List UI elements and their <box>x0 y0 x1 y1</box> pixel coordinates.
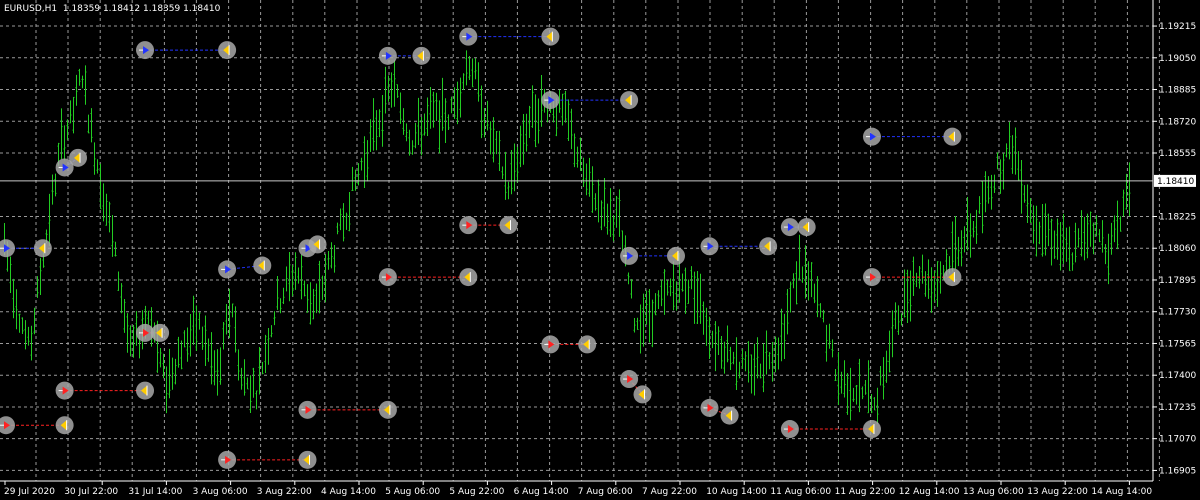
ohlc-values: 1.18359 1.18412 1.18359 1.18410 <box>62 4 221 14</box>
y-tick-label: 1.17895 <box>1159 276 1196 286</box>
x-tick-label: 5 Aug 06:00 <box>385 487 440 497</box>
y-tick-label: 1.16905 <box>1159 466 1196 476</box>
y-tick-label: 1.18555 <box>1159 149 1196 159</box>
x-tick-label: 5 Aug 22:00 <box>449 487 504 497</box>
current-price-label: 1.18410 <box>1157 177 1194 187</box>
y-tick-label: 1.18885 <box>1159 86 1196 96</box>
x-tick-label: 30 Jul 22:00 <box>64 487 118 497</box>
x-tick-label: 11 Aug 22:00 <box>835 487 896 497</box>
y-tick-label: 1.17565 <box>1159 339 1196 349</box>
x-tick-label: 4 Aug 14:00 <box>321 487 376 497</box>
x-tick-label: 31 Jul 14:00 <box>128 487 182 497</box>
chart-header: EURUSD,H1 1.18359 1.18412 1.18359 1.1841… <box>4 4 220 14</box>
chart-background <box>0 0 1200 500</box>
x-tick-label: 13 Aug 22:00 <box>1027 487 1088 497</box>
x-tick-label: 29 Jul 2020 <box>4 487 55 497</box>
x-tick-label: 7 Aug 06:00 <box>578 487 633 497</box>
x-tick-label: 13 Aug 06:00 <box>963 487 1024 497</box>
y-tick-label: 1.19050 <box>1159 54 1196 64</box>
x-tick-label: 14 Aug 14:00 <box>1091 487 1152 497</box>
price-axis: 1.16905 1.17070 1.17235 1.17400 1.17565 1.177… <box>1153 22 1196 476</box>
x-tick-label: 3 Aug 06:00 <box>193 487 248 497</box>
y-tick-label: 1.19215 <box>1159 22 1196 32</box>
x-tick-label: 10 Aug 14:00 <box>706 487 767 497</box>
x-tick-label: 6 Aug 14:00 <box>514 487 569 497</box>
x-tick-label: 12 Aug 14:00 <box>899 487 960 497</box>
price-chart[interactable]: 1.16905 1.17070 1.17235 1.17400 1.17565 1.177… <box>0 0 1200 500</box>
y-tick-label: 1.17235 <box>1159 403 1196 413</box>
y-tick-label: 1.17400 <box>1159 371 1196 381</box>
y-tick-label: 1.17730 <box>1159 308 1196 318</box>
x-tick-label: 11 Aug 06:00 <box>770 487 831 497</box>
y-tick-label: 1.17070 <box>1159 435 1196 445</box>
y-tick-label: 1.18720 <box>1159 117 1196 127</box>
y-tick-label: 1.18225 <box>1159 212 1196 222</box>
symbol-timeframe: EURUSD,H1 <box>4 4 58 14</box>
x-tick-label: 7 Aug 22:00 <box>642 487 697 497</box>
y-tick-label: 1.18060 <box>1159 244 1196 254</box>
x-tick-label: 3 Aug 22:00 <box>257 487 312 497</box>
